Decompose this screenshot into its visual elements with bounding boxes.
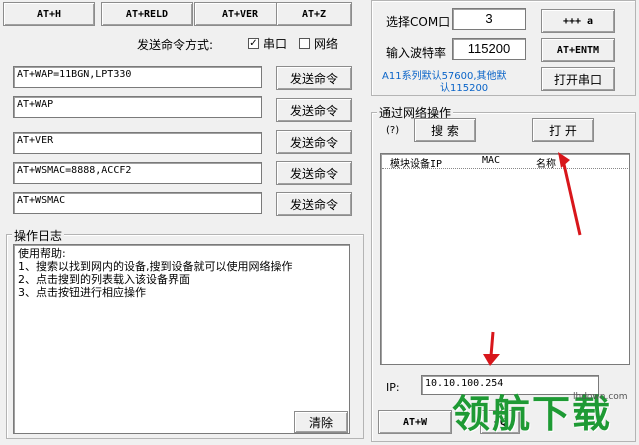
log-line: 1、搜索以找到网内的设备,搜到设备就可以使用网络操作 — [18, 260, 293, 273]
plus-a-button[interactable]: +++ a — [541, 9, 615, 33]
log-group-title: 操作日志 — [12, 227, 65, 244]
send-command-button-1[interactable]: 发送命令 — [276, 66, 352, 90]
at-entm-button[interactable]: AT+ENTM — [541, 38, 615, 62]
help-icon[interactable]: (?) — [386, 125, 399, 136]
log-line: 2、点击搜到的列表载入该设备界面 — [18, 273, 190, 286]
network-checkbox-label: 网络 — [314, 37, 339, 51]
column-header-mac[interactable]: MAC — [482, 155, 500, 166]
arrow-shaft — [489, 331, 495, 357]
at-ver-button[interactable]: AT+VER — [194, 2, 286, 26]
command-input-5[interactable]: AT+WSMAC — [13, 192, 262, 214]
annotation-arrow-up — [558, 152, 582, 236]
arrow-shaft — [561, 159, 582, 236]
command-input-1[interactable]: AT+WAP=11BGN,LPT330 — [13, 66, 262, 88]
at-h-button[interactable]: AT+H — [3, 2, 95, 26]
log-line: 使用帮助: — [18, 247, 66, 260]
clear-log-button[interactable]: 清除 — [294, 411, 348, 433]
com-port-input[interactable]: 3 — [452, 8, 526, 30]
baud-rate-input[interactable]: 115200 — [452, 38, 526, 60]
checkbox-box — [299, 38, 310, 49]
open-serial-button[interactable]: 打开串口 — [541, 67, 615, 91]
log-textarea[interactable]: 使用帮助: 1、搜索以找到网内的设备,搜到设备就可以使用网络操作 2、点击搜到的… — [13, 244, 350, 434]
serial-checkbox-label: 串口 — [263, 37, 288, 51]
arrow-head — [483, 354, 500, 366]
command-input-4[interactable]: AT+WSMAC=8888,ACCF2 — [13, 162, 262, 184]
at-reld-button[interactable]: AT+RELD — [101, 2, 193, 26]
at-w-button[interactable]: AT+W — [378, 410, 452, 434]
com-port-label: 选择COM口 — [386, 15, 451, 29]
command-input-3[interactable]: AT+VER — [13, 132, 262, 154]
watermark-url: lhdown.com — [573, 392, 628, 402]
send-mode-label: 发送命令方式: — [137, 38, 214, 52]
search-button[interactable]: 搜 索 — [414, 118, 476, 142]
send-command-button-5[interactable]: 发送命令 — [276, 192, 352, 216]
open-device-button[interactable]: 打 开 — [532, 118, 594, 142]
baud-rate-label: 输入波特率 — [386, 46, 447, 60]
annotation-arrow-down — [483, 331, 500, 366]
baud-note-line2: 认115200 — [440, 83, 489, 94]
send-command-button-4[interactable]: 发送命令 — [276, 161, 352, 185]
send-command-button-3[interactable]: 发送命令 — [276, 130, 352, 154]
column-header-name[interactable]: 名称 — [536, 155, 556, 170]
serial-checkbox[interactable]: ✓ 串口 — [248, 35, 287, 52]
log-line: 3、点击按钮进行相应操作 — [18, 286, 146, 299]
ip-label: IP: — [386, 381, 400, 394]
at-z-button[interactable]: AT+Z — [276, 2, 352, 26]
checkbox-box: ✓ — [248, 37, 259, 49]
column-header-ip[interactable]: 模块设备IP — [390, 155, 442, 170]
send-command-button-2[interactable]: 发送命令 — [276, 98, 352, 122]
network-checkbox[interactable]: 网络 — [299, 35, 338, 52]
command-input-2[interactable]: AT+WAP — [13, 96, 262, 118]
